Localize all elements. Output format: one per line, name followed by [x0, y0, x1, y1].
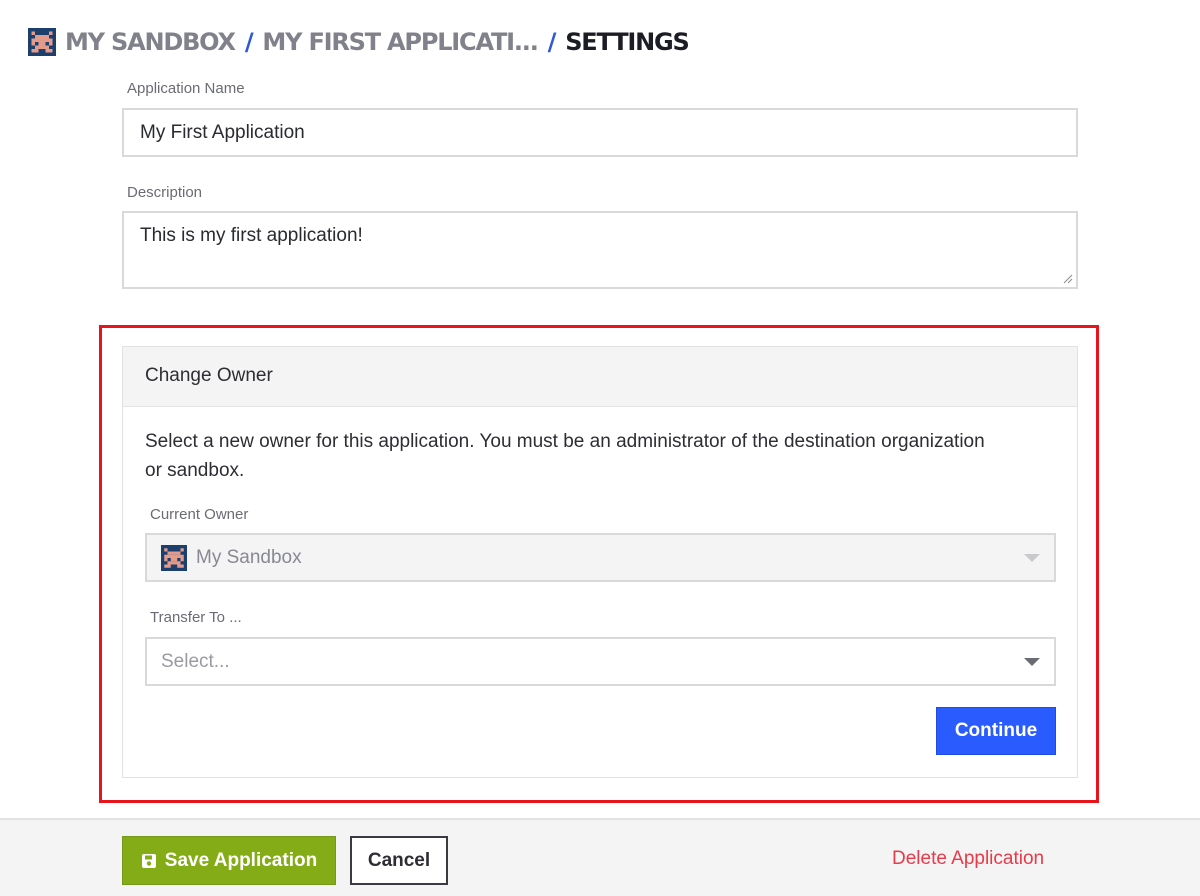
current-owner-label: Current Owner — [150, 506, 249, 523]
save-application-button[interactable]: Save Application — [122, 836, 336, 885]
breadcrumb-application-link[interactable]: MY FIRST APPLICATI... — [262, 28, 538, 56]
application-name-label: Application Name — [127, 80, 245, 97]
current-owner-select: My Sandbox — [145, 533, 1056, 582]
sandbox-avatar-icon[interactable] — [28, 28, 56, 56]
application-name-input[interactable]: My First Application — [122, 108, 1078, 157]
resize-grip-icon[interactable] — [1063, 274, 1073, 284]
change-owner-panel: Change Owner Select a new owner for this… — [122, 346, 1078, 778]
breadcrumb-current-page: SETTINGS — [565, 28, 690, 56]
sandbox-avatar-icon — [161, 545, 187, 571]
breadcrumb-separator: / — [547, 28, 557, 56]
transfer-to-placeholder: Select... — [161, 651, 230, 672]
delete-application-link[interactable]: Delete Application — [892, 848, 1044, 870]
description-textarea[interactable]: This is my first application! — [122, 211, 1078, 289]
breadcrumb-sandbox-link[interactable]: MY SANDBOX — [65, 28, 236, 56]
continue-button[interactable]: Continue — [936, 707, 1056, 755]
chevron-down-icon — [1024, 554, 1040, 562]
transfer-to-select[interactable]: Select... — [145, 637, 1056, 686]
current-owner-value: My Sandbox — [196, 547, 302, 568]
breadcrumb: MY SANDBOX / MY FIRST APPLICATI... / SET… — [28, 26, 690, 58]
footer-bar: Save Application Cancel Delete Applicati… — [0, 818, 1200, 896]
description-label: Description — [127, 184, 203, 201]
cancel-button[interactable]: Cancel — [350, 836, 448, 885]
floppy-disk-icon — [141, 853, 156, 868]
transfer-to-label: Transfer To ... — [150, 609, 242, 626]
save-application-label: Save Application — [164, 849, 318, 871]
breadcrumb-separator: / — [244, 28, 254, 56]
description-text: This is my first application! — [140, 225, 363, 246]
chevron-down-icon[interactable] — [1024, 658, 1040, 666]
change-owner-description: Select a new owner for this application.… — [145, 431, 985, 481]
change-owner-title: Change Owner — [123, 347, 1077, 407]
